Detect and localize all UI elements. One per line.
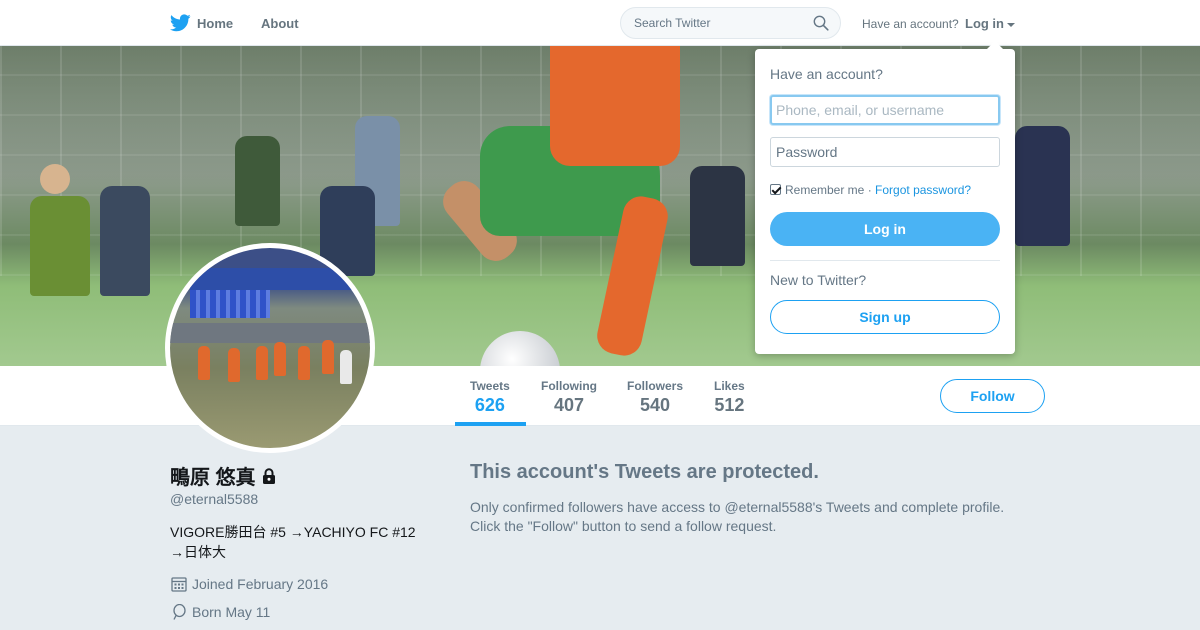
nav-home-link[interactable]: Home [197,16,233,31]
birthday-text: Born May 11 [192,604,271,620]
username-field[interactable]: Phone, email, or username [770,95,1000,125]
avatar-player [340,350,352,384]
banner-spectator [690,166,745,266]
balloon-icon [173,604,186,620]
stat-label: Likes [714,379,745,393]
stat-label: Following [541,379,597,393]
profile-handle[interactable]: @eternal5588 [170,491,258,507]
login-dropdown-heading: Have an account? [770,66,883,82]
remember-me-row: Remember me · Forgot password? [770,183,971,197]
avatar-player [298,346,310,380]
avatar-player [322,340,334,374]
protected-description-line: Only confirmed followers have access to … [470,499,1005,515]
remember-me-checkbox[interactable] [770,184,781,195]
dropdown-caret-icon [987,41,1003,49]
stat-value: 540 [639,395,671,415]
joined-date: Joined February 2016 [192,576,329,592]
protected-lock-icon [262,468,275,484]
login-submit-button[interactable]: Log in [770,212,1000,246]
avatar-stadium-banner [190,268,370,290]
twitter-logo-icon[interactable] [170,13,191,33]
avatar[interactable] [165,243,375,453]
profile-bio-line: VIGORE勝田台 #5 →YACHIYO FC #12 [170,524,416,540]
avatar-track [170,323,370,343]
password-placeholder: Password [776,144,838,160]
remember-me-label[interactable]: Remember me [785,183,864,197]
avatar-player [256,346,268,380]
login-toggle-label[interactable]: Log in [965,16,1004,31]
banner-player-shirt [550,46,680,166]
profile-bio: VIGORE勝田台 #5 →YACHIYO FC #12 →日体大 [170,522,430,562]
banner-spectator [100,186,150,296]
protected-title: This account's Tweets are protected. [470,461,819,483]
username-placeholder: Phone, email, or username [776,102,945,118]
banner-soccer-ball [480,331,560,366]
stat-value: 407 [553,395,585,415]
banner-spectator-head [40,164,70,194]
login-dropdown: Have an account? Phone, email, or userna… [755,41,1015,354]
avatar-player [228,348,240,382]
have-account-text: Have an account? [862,17,959,31]
caret-down-icon [1007,22,1015,27]
stat-value: 512 [714,395,745,415]
dropdown-divider [770,260,1000,261]
search-icon[interactable] [813,15,829,31]
banner-spectator [1015,126,1070,246]
forgot-password-link[interactable]: Forgot password? [875,183,971,197]
stat-following[interactable]: Following 407 [541,379,597,416]
top-nav: Home About Search Twitter Have an accoun… [0,0,1200,46]
avatar-player [198,346,210,380]
stat-followers[interactable]: Followers 540 [627,379,683,416]
stat-label: Tweets [470,379,510,393]
search-box[interactable]: Search Twitter [620,7,841,39]
separator-dot: · [867,183,872,197]
follow-button[interactable]: Follow [940,379,1045,413]
login-dropdown-toggle[interactable]: Log in [965,16,1015,31]
protected-description-line: Click the "Follow" button to send a foll… [470,518,777,534]
avatar-team-crowd [190,290,270,318]
banner-spectator [30,196,90,296]
stat-label: Followers [627,379,684,393]
nav-about-link[interactable]: About [261,16,299,31]
avatar-player [274,342,286,376]
profile-name-text[interactable]: 鴫原 悠真 [170,467,256,489]
calendar-icon [171,577,187,592]
banner-spectator [235,136,280,226]
profile-name[interactable]: 鴫原 悠真 [170,461,278,490]
protected-description: Only confirmed followers have access to … [470,498,1030,536]
signup-button[interactable]: Sign up [770,300,1000,334]
search-input[interactable]: Search Twitter [634,16,710,30]
new-to-twitter-text: New to Twitter? [770,272,867,288]
stat-likes[interactable]: Likes 512 [714,379,745,416]
password-field[interactable]: Password [770,137,1000,167]
profile-bio-line: →日体大 [170,544,226,560]
stat-tweets[interactable]: Tweets 626 [470,379,510,416]
active-tab-indicator [455,422,526,426]
stat-value: 626 [474,395,505,415]
